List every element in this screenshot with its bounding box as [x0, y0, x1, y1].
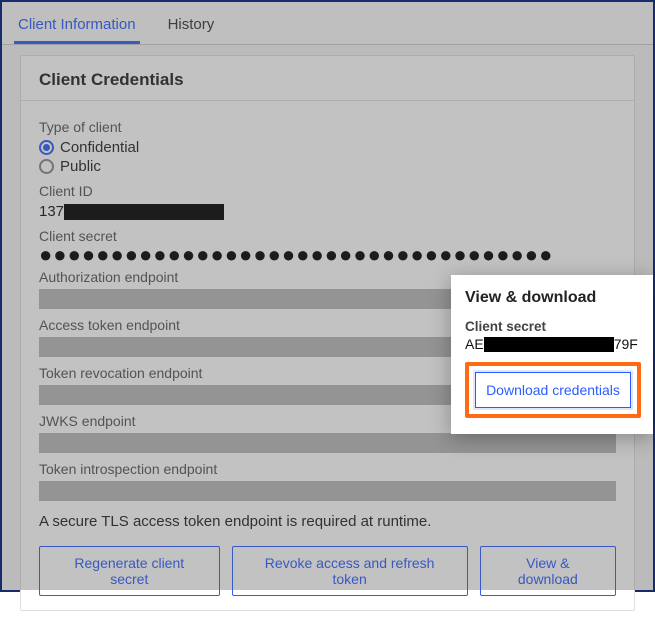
tab-client-information[interactable]: Client Information [14, 8, 140, 44]
note-tls-required: A secure TLS access token endpoint is re… [39, 513, 616, 530]
tabs: Client Information History [2, 2, 653, 45]
regenerate-client-secret-button[interactable]: Regenerate client secret [39, 546, 220, 596]
label-client-id: Client ID [39, 183, 616, 199]
highlight-frame: Download credentials [465, 362, 641, 418]
popup-value-client-secret: AE 79F [465, 336, 641, 352]
label-type-of-client: Type of client [39, 119, 616, 135]
tab-history[interactable]: History [164, 8, 219, 44]
redacted-bar [64, 204, 224, 220]
radio-confidential[interactable]: Confidential [39, 139, 616, 156]
label-token-introspection-endpoint: Token introspection endpoint [39, 461, 616, 477]
popup-label-client-secret: Client secret [465, 319, 641, 334]
value-jwks-endpoint [39, 433, 616, 453]
radio-icon [39, 140, 54, 155]
popup-secret-prefix: AE [465, 336, 484, 352]
radio-public[interactable]: Public [39, 158, 616, 175]
value-client-secret-masked: ●●●●●●●●●●●●●●●●●●●●●●●●●●●●●●●●●●●● [39, 248, 616, 261]
revoke-token-button[interactable]: Revoke access and refresh token [232, 546, 468, 596]
client-id-prefix: 137 [39, 203, 64, 220]
view-download-popup: View & download Client secret AE 79F Down… [451, 275, 653, 434]
popup-title: View & download [465, 289, 641, 307]
redacted-bar [484, 337, 614, 352]
section-title-client-credentials: Client Credentials [21, 56, 634, 101]
radio-label: Confidential [60, 139, 139, 156]
label-client-secret: Client secret [39, 228, 616, 244]
value-token-introspection-endpoint [39, 481, 616, 501]
view-download-button[interactable]: View & download [480, 546, 616, 596]
radio-icon [39, 159, 54, 174]
radio-label: Public [60, 158, 101, 175]
value-client-id: 137 [39, 203, 616, 220]
download-credentials-button[interactable]: Download credentials [475, 372, 631, 408]
popup-secret-suffix: 79F [614, 336, 638, 352]
